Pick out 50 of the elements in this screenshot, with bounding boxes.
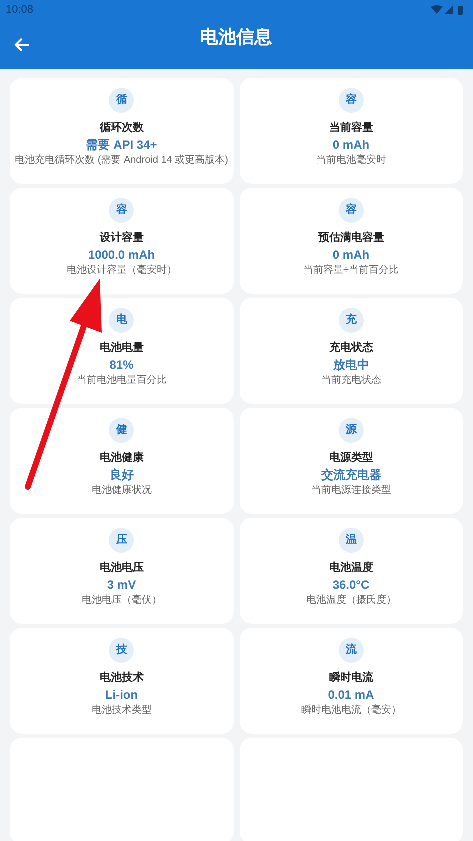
card-value: 36.0°C — [332, 578, 370, 592]
card-description: 当前电池电量百分比 — [76, 374, 167, 387]
card-value: 良好 — [110, 468, 134, 482]
card-description: 电池电压（毫伏） — [82, 594, 162, 607]
card-title: 电池电压 — [100, 561, 144, 575]
status-time: 10:08 — [6, 2, 34, 18]
page-title: 电池信息 — [200, 26, 272, 49]
badge-icon: 源 — [338, 418, 364, 443]
card-description: 电池技术类型 — [92, 704, 152, 717]
card-title: 电池温度 — [329, 561, 374, 575]
card-value: 需要 API 34+ — [86, 138, 158, 152]
badge-icon: 流 — [338, 638, 364, 663]
card-value: 3 mV — [107, 578, 136, 592]
card-title: 当前容量 — [329, 121, 374, 135]
card-value: 81% — [110, 358, 134, 372]
card-description: 当前容量÷当前百分比 — [304, 264, 399, 277]
badge-icon: 温 — [338, 528, 364, 553]
card-value: 0 mAh — [332, 248, 370, 262]
badge-icon: 电 — [109, 308, 134, 333]
card-value: 放电中 — [333, 358, 370, 372]
card-description: 电池健康状况 — [92, 484, 152, 497]
card-title: 电池电量 — [100, 341, 144, 355]
card-title: 预估满电容量 — [318, 231, 384, 245]
badge-icon: 容 — [338, 198, 364, 223]
badge-icon: 技 — [109, 638, 134, 663]
badge-icon: 循 — [109, 88, 134, 113]
card-description: 瞬时电池电流（毫安） — [301, 704, 402, 717]
card-title: 设计容量 — [100, 231, 144, 245]
badge-icon: 容 — [109, 198, 134, 223]
card-title: 循环次数 — [100, 121, 144, 135]
card-title: 电池健康 — [100, 451, 144, 465]
card-description: 当前电池毫安时 — [316, 154, 386, 167]
card-title: 电池技术 — [100, 671, 144, 685]
card-value: Li-ion — [105, 688, 138, 702]
card-value: 1000.0 mAh — [88, 248, 156, 262]
card-title: 电源类型 — [329, 451, 374, 465]
badge-icon: 容 — [338, 88, 364, 113]
badge-icon: 充 — [338, 308, 364, 333]
card-description: 当前充电状态 — [321, 374, 382, 387]
card-value: 0.01 mA — [328, 688, 374, 702]
badge-icon: 健 — [109, 418, 134, 443]
card-value: 交流充电器 — [321, 468, 382, 482]
card-title: 充电状态 — [329, 341, 374, 355]
badge-icon: 压 — [109, 528, 134, 553]
card-value: 0 mAh — [332, 138, 370, 152]
card-description: 当前电源连接类型 — [311, 484, 392, 497]
card-title: 瞬时电流 — [329, 671, 374, 685]
card-description: 电池充电循环次数 (需要 Android 14 或更高版本) — [15, 154, 228, 167]
card-description: 电池设计容量（毫安时） — [66, 264, 177, 277]
card-description: 电池温度（摄氏度） — [306, 594, 396, 607]
